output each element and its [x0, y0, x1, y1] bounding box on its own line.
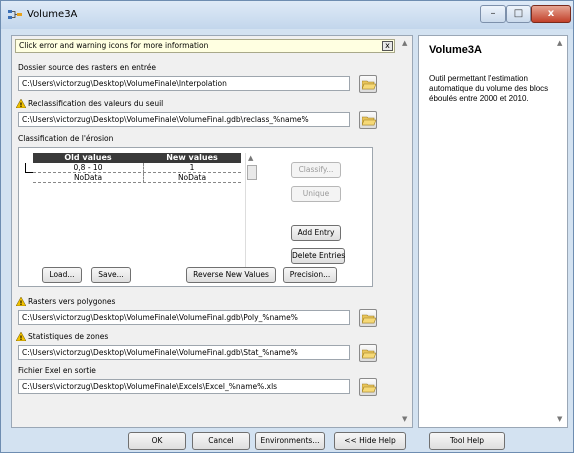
info-bar-text: Click error and warning icons for more i…	[19, 41, 209, 50]
row-selector[interactable]	[25, 163, 33, 173]
table-scroll-thumb[interactable]	[247, 165, 257, 180]
tool-help-button[interactable]: Tool Help	[429, 432, 505, 450]
help-description: Outil permettant l'estimation automatiqu…	[429, 74, 549, 103]
column-header-new-values[interactable]: New values	[143, 153, 241, 163]
add-entry-button[interactable]: Add Entry	[291, 225, 341, 241]
new-value-cell[interactable]: NoData	[143, 173, 241, 183]
browse-input-folder-button[interactable]	[359, 75, 377, 93]
warning-icon[interactable]: !	[16, 297, 26, 306]
warning-icon[interactable]: !	[16, 332, 26, 341]
input-folder-field[interactable]: C:\Users\victorzug\Desktop\VolumeFinale\…	[18, 76, 350, 91]
table-row[interactable]: NoData NoData	[33, 173, 241, 183]
svg-text:!: !	[20, 335, 23, 341]
open-folder-icon	[362, 80, 376, 90]
param-label-rasters-to-polygons: Rasters vers polygones	[28, 297, 116, 306]
param-label-zonal-statistics: Statistiques de zones	[28, 332, 109, 341]
maximize-button[interactable]: □	[506, 5, 531, 23]
window-title: Volume3A	[27, 9, 78, 20]
browse-polygons-button[interactable]	[359, 309, 377, 327]
close-button[interactable]: x	[531, 5, 571, 23]
old-value-cell[interactable]: NoData	[33, 173, 143, 183]
open-folder-icon	[362, 349, 376, 359]
browse-zonal-stats-button[interactable]	[359, 344, 377, 362]
open-folder-icon	[362, 314, 376, 324]
info-bar-close-button[interactable]: x	[382, 41, 393, 51]
param-label-input-folder: Dossier source des rasters en entrée	[18, 63, 157, 72]
load-button[interactable]: Load...	[42, 267, 82, 283]
scroll-up-arrow-icon[interactable]: ▲	[402, 39, 407, 47]
new-value-cell[interactable]: 1	[143, 163, 241, 173]
excel-output-field[interactable]: C:\Users\victorzug\Desktop\VolumeFinale\…	[18, 379, 350, 394]
warning-icon[interactable]: !	[16, 99, 26, 108]
scroll-up-arrow-icon[interactable]: ▲	[557, 39, 562, 47]
classify-button[interactable]: Classify...	[291, 162, 341, 178]
help-title: Volume3A	[429, 44, 482, 56]
parameters-scrollbar[interactable]: ▲ ▼	[400, 36, 412, 427]
table-header: Old values New values	[33, 153, 241, 163]
open-folder-icon	[362, 116, 376, 126]
info-bar: Click error and warning icons for more i…	[15, 39, 395, 53]
unique-button[interactable]: Unique	[291, 186, 341, 202]
reclass-table: Old values New values 0,8 - 10 1 NoData …	[18, 147, 373, 287]
help-scrollbar[interactable]: ▲ ▼	[555, 36, 567, 427]
environments-button[interactable]: Environments...	[255, 432, 325, 450]
hide-help-button[interactable]: << Hide Help	[334, 432, 406, 450]
param-label-erosion-classification: Classification de l'érosion	[18, 134, 114, 143]
table-scrollbar[interactable]: ▲ ▼	[245, 153, 257, 277]
title-bar[interactable]: Volume3A – □ x	[1, 1, 573, 29]
ok-button[interactable]: OK	[128, 432, 186, 450]
delete-entries-button[interactable]: Delete Entries	[291, 248, 345, 264]
zonal-stats-output-field[interactable]: C:\Users\victorzug\Desktop\VolumeFinale\…	[18, 345, 350, 360]
scroll-down-arrow-icon[interactable]: ▼	[557, 415, 562, 423]
scroll-up-arrow-icon[interactable]: ▲	[248, 154, 253, 162]
polygons-output-field[interactable]: C:\Users\victorzug\Desktop\VolumeFinale\…	[18, 310, 350, 325]
precision-button[interactable]: Precision...	[283, 267, 337, 283]
model-tool-icon	[8, 10, 22, 19]
scroll-down-arrow-icon[interactable]: ▼	[402, 415, 407, 423]
svg-text:!: !	[20, 300, 23, 306]
parameters-panel: Click error and warning icons for more i…	[11, 35, 413, 428]
param-label-excel-output: Fichier Exel en sortie	[18, 366, 96, 375]
minimize-button[interactable]: –	[480, 5, 506, 23]
help-panel: Volume3A Outil permettant l'estimation a…	[418, 35, 568, 428]
cancel-button[interactable]: Cancel	[192, 432, 250, 450]
svg-text:!: !	[20, 102, 23, 108]
param-label-reclassification: Reclassification des valeurs du seuil	[28, 99, 164, 108]
save-button[interactable]: Save...	[91, 267, 131, 283]
reverse-new-values-button[interactable]: Reverse New Values	[186, 267, 276, 283]
browse-excel-button[interactable]	[359, 378, 377, 396]
browse-reclass-button[interactable]	[359, 111, 377, 129]
column-header-old-values[interactable]: Old values	[33, 153, 143, 163]
old-value-cell[interactable]: 0,8 - 10	[33, 163, 143, 173]
tool-dialog-window: Volume3A – □ x Click error and warning i…	[0, 0, 574, 453]
reclass-output-field[interactable]: C:\Users\victorzug\Desktop\VolumeFinale\…	[18, 112, 350, 127]
table-row[interactable]: 0,8 - 10 1	[33, 163, 241, 173]
open-folder-icon	[362, 383, 376, 393]
